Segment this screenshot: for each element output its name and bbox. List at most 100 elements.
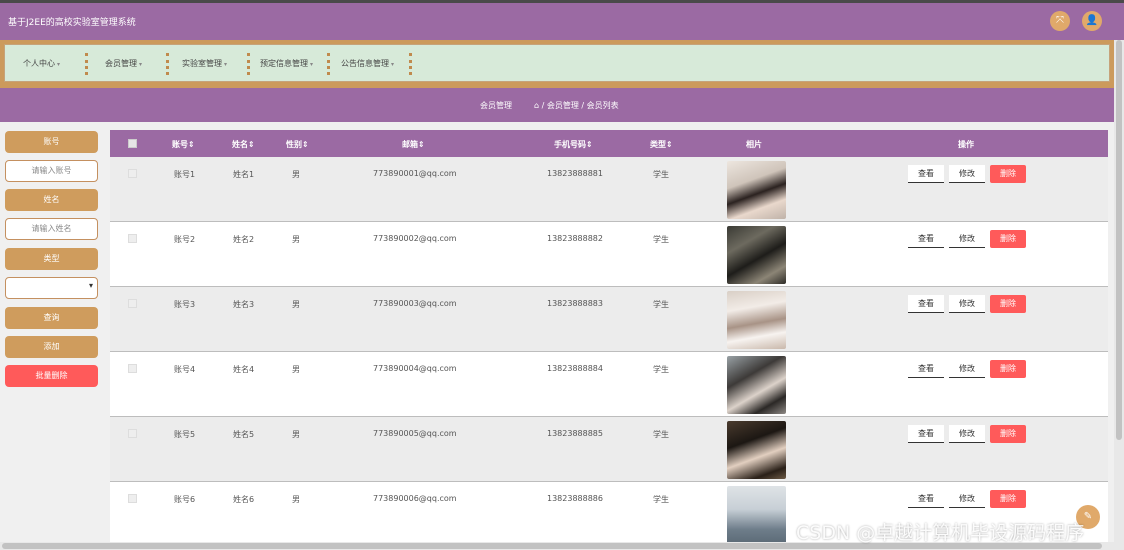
- cell-phone: 13823888883: [547, 299, 603, 308]
- nav-item-label: 实验室管理: [182, 59, 222, 68]
- cell-account: 账号4: [174, 365, 196, 374]
- nav-separator: [247, 53, 250, 75]
- view-button[interactable]: 查看: [908, 425, 944, 443]
- cell-type: 学生: [653, 495, 669, 504]
- delete-button[interactable]: 删除: [990, 425, 1026, 443]
- add-button[interactable]: 添加: [5, 336, 98, 358]
- edit-button[interactable]: 修改: [949, 360, 985, 378]
- row-checkbox[interactable]: [128, 169, 137, 178]
- chevron-down-icon: ▾: [139, 61, 143, 68]
- type-select[interactable]: ▾: [5, 277, 98, 299]
- nav-separator: [85, 53, 88, 75]
- view-button[interactable]: 查看: [908, 165, 944, 183]
- column-header-gender[interactable]: 性别⇕: [286, 139, 309, 150]
- cell-phone: 13823888881: [547, 169, 603, 178]
- cell-gender: 男: [292, 365, 300, 374]
- cell-type: 学生: [653, 365, 669, 374]
- cell-phone: 13823888885: [547, 429, 603, 438]
- cell-email: 773890003@qq.com: [373, 299, 457, 308]
- vertical-scrollbar[interactable]: [1114, 40, 1124, 542]
- column-header-actions: 操作: [958, 140, 974, 149]
- view-button[interactable]: 查看: [908, 230, 944, 248]
- nav-separator: [166, 53, 169, 75]
- select-all-checkbox[interactable]: [128, 139, 137, 148]
- edit-button[interactable]: 修改: [949, 295, 985, 313]
- search-button[interactable]: 查询: [5, 307, 98, 329]
- cell-account: 账号6: [174, 495, 196, 504]
- cell-name: 姓名2: [233, 235, 255, 244]
- member-photo: [727, 486, 786, 542]
- nav-wrapper: 个人中心 ▾ 会员管理 ▾ 实验室管理 ▾ 预定信息管理 ▾ 公告信息管理 ▾: [0, 40, 1114, 88]
- delete-button[interactable]: 删除: [990, 230, 1026, 248]
- column-header-photo: 相片: [746, 140, 762, 149]
- edit-button[interactable]: 修改: [949, 165, 985, 183]
- cell-email: 773890001@qq.com: [373, 169, 457, 178]
- name-search-input[interactable]: 请输入姓名: [5, 218, 98, 240]
- nav-item-profile[interactable]: 个人中心 ▾: [23, 58, 60, 69]
- member-photo: [727, 291, 786, 349]
- member-table: 账号⇕ 姓名⇕ 性别⇕ 邮箱⇕ 手机号码⇕ 类型⇕ 相片 操作 账号1 姓名1 男 7…: [110, 130, 1108, 542]
- watermark: CSDN @卓越计算机毕设源码程序: [796, 522, 1085, 544]
- row-checkbox[interactable]: [128, 494, 137, 503]
- cell-type: 学生: [653, 430, 669, 439]
- cell-type: 学生: [653, 170, 669, 179]
- edit-button[interactable]: 修改: [949, 490, 985, 508]
- column-header-phone[interactable]: 手机号码⇕: [554, 139, 593, 150]
- row-checkbox[interactable]: [128, 299, 137, 308]
- column-header-account[interactable]: 账号⇕: [172, 139, 195, 150]
- scrollbar-thumb[interactable]: [1116, 40, 1122, 440]
- column-header-name[interactable]: 姓名⇕: [232, 139, 255, 150]
- row-checkbox[interactable]: [128, 429, 137, 438]
- delete-button[interactable]: 删除: [990, 165, 1026, 183]
- fullscreen-icon[interactable]: ⤧: [1050, 11, 1070, 31]
- app-title: 基于J2EE的高校实验室管理系统: [8, 18, 136, 28]
- cell-name: 姓名5: [233, 430, 255, 439]
- delete-button[interactable]: 删除: [990, 295, 1026, 313]
- member-photo: [727, 356, 786, 414]
- breadcrumb[interactable]: ⌂ / 会员管理 / 会员列表: [534, 100, 619, 111]
- account-filter-label: 账号: [5, 131, 98, 153]
- column-header-type[interactable]: 类型⇕: [650, 139, 673, 150]
- view-button[interactable]: 查看: [908, 490, 944, 508]
- cell-gender: 男: [292, 495, 300, 504]
- nav-item-labs[interactable]: 实验室管理 ▾: [182, 58, 227, 69]
- edit-button[interactable]: 修改: [949, 230, 985, 248]
- cell-account: 账号5: [174, 430, 196, 439]
- name-filter-label: 姓名: [5, 189, 98, 211]
- page-title: 会员管理: [480, 101, 512, 110]
- chevron-down-icon: ▾: [310, 61, 314, 68]
- user-icon[interactable]: 👤: [1082, 11, 1102, 31]
- nav-item-announcements[interactable]: 公告信息管理 ▾: [341, 58, 394, 69]
- row-checkbox[interactable]: [128, 364, 137, 373]
- cell-account: 账号2: [174, 235, 196, 244]
- nav-item-members[interactable]: 会员管理 ▾: [105, 58, 142, 69]
- cell-name: 姓名6: [233, 495, 255, 504]
- cell-name: 姓名3: [233, 300, 255, 309]
- cell-email: 773890002@qq.com: [373, 234, 457, 243]
- breadcrumb-bar: 会员管理 ⌂ / 会员管理 / 会员列表: [0, 88, 1114, 122]
- view-button[interactable]: 查看: [908, 360, 944, 378]
- cell-account: 账号1: [174, 170, 196, 179]
- table-row: 账号3 姓名3 男 773890003@qq.com 13823888883 学生 查看 修改…: [110, 287, 1108, 352]
- edit-button[interactable]: 修改: [949, 425, 985, 443]
- chevron-down-icon: ▾: [88, 281, 93, 290]
- view-button[interactable]: 查看: [908, 295, 944, 313]
- nav-item-reservations[interactable]: 预定信息管理 ▾: [260, 58, 313, 69]
- account-search-input[interactable]: 请输入账号: [5, 160, 98, 182]
- table-row: 账号1 姓名1 男 773890001@qq.com 13823888881 学生 查看 修改…: [110, 157, 1108, 222]
- cell-gender: 男: [292, 430, 300, 439]
- cell-type: 学生: [653, 300, 669, 309]
- cell-account: 账号3: [174, 300, 196, 309]
- column-header-email[interactable]: 邮箱⇕: [402, 139, 425, 150]
- row-checkbox[interactable]: [128, 234, 137, 243]
- cell-name: 姓名1: [233, 170, 255, 179]
- nav-item-label: 会员管理: [105, 59, 137, 68]
- nav-separator: [409, 53, 412, 75]
- delete-button[interactable]: 删除: [990, 360, 1026, 378]
- cell-email: 773890006@qq.com: [373, 494, 457, 503]
- cell-email: 773890005@qq.com: [373, 429, 457, 438]
- bulk-delete-button[interactable]: 批量删除: [5, 365, 98, 387]
- cell-phone: 13823888882: [547, 234, 603, 243]
- delete-button[interactable]: 删除: [990, 490, 1026, 508]
- cell-phone: 13823888886: [547, 494, 603, 503]
